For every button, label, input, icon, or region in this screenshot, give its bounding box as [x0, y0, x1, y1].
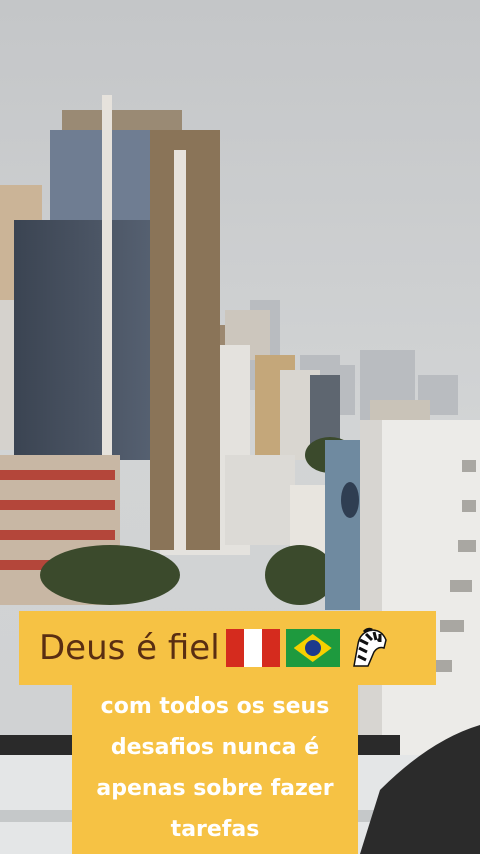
- caption-line: apenas sobre fazer: [96, 776, 334, 801]
- brazil-flag-icon: [285, 629, 340, 667]
- caption-line: desafios nunca é: [110, 735, 320, 760]
- peru-flag-icon: [225, 629, 280, 667]
- caption-title-text: Deus é fiel: [39, 628, 220, 668]
- caption-title: Deus é fiel: [19, 611, 436, 685]
- zebra-icon: [352, 627, 387, 667]
- caption-body: com todos os seus desafios nunca é apena…: [72, 684, 358, 854]
- caption-line: tarefas: [170, 817, 260, 842]
- caption-line: com todos os seus: [100, 694, 330, 719]
